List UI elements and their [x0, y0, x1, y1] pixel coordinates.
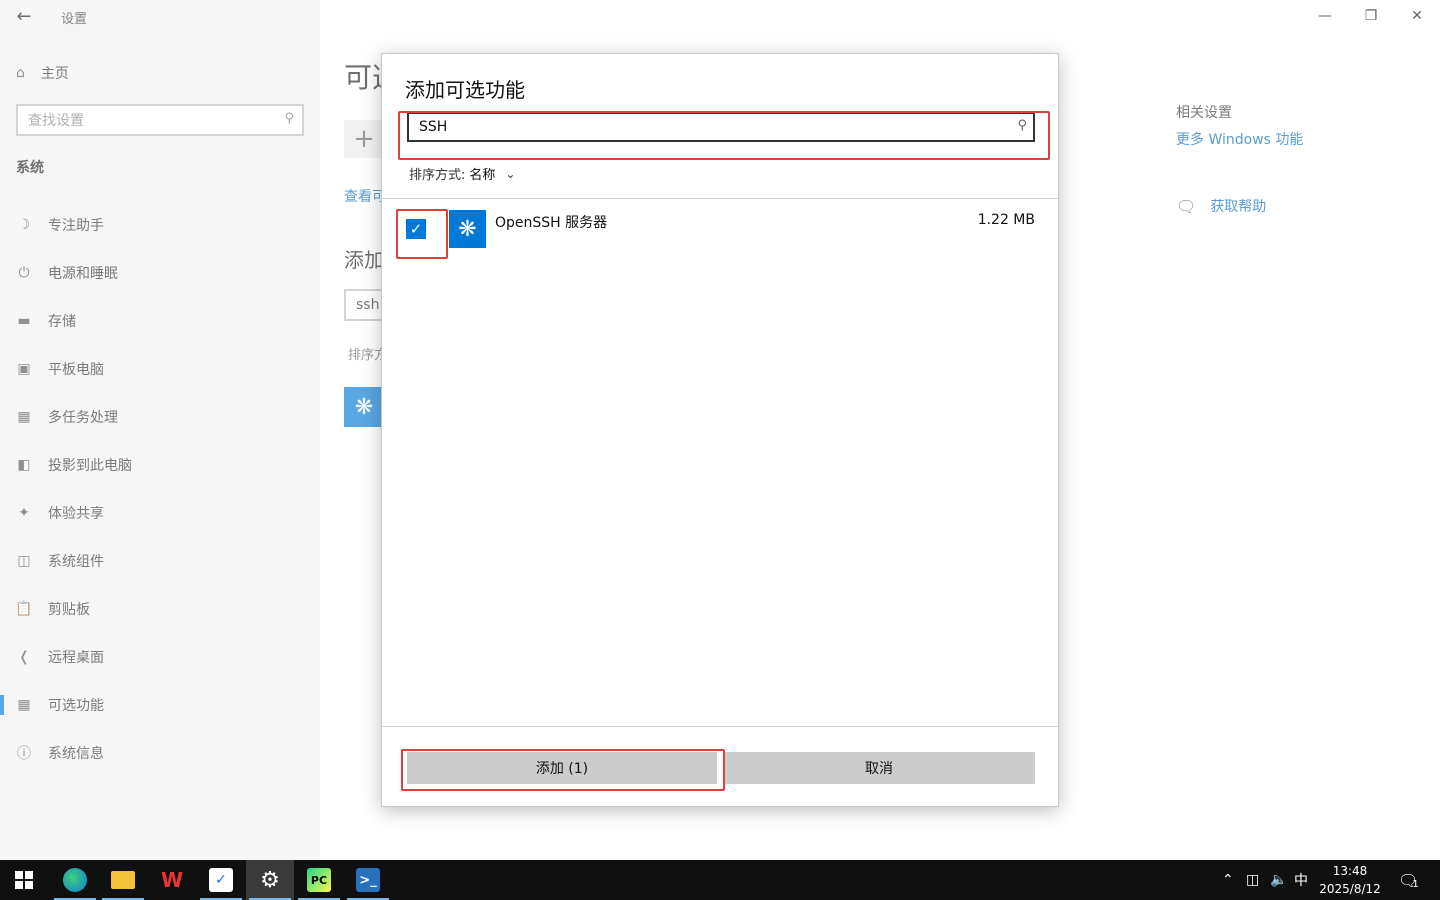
show-hidden-icons-button[interactable]: ⌃	[1222, 860, 1234, 900]
dialog-search-input[interactable]: SSH ⚲	[407, 112, 1035, 142]
network-icon[interactable]: ◫	[1246, 860, 1259, 900]
search-icon: ⚲	[1017, 118, 1027, 133]
feature-name: OpenSSH 服务器	[495, 215, 608, 231]
add-optional-feature-dialog: 添加可选功能 SSH ⚲ 排序方式: 名称 ⌄ ✓ ❋ OpenSSH 服务器 …	[381, 53, 1059, 807]
taskbar-pycharm[interactable]: PC	[295, 860, 343, 900]
clock[interactable]: 13:48 2025/8/12	[1310, 862, 1390, 898]
checkmark-icon: ✓	[409, 220, 423, 238]
powershell-icon: >_	[356, 868, 380, 892]
ime-label: 中	[1294, 873, 1308, 889]
feature-checkbox[interactable]: ✓	[406, 219, 426, 239]
dialog-search-value: SSH	[419, 119, 448, 135]
docs-icon: ✓	[209, 868, 233, 892]
pycharm-icon: PC	[307, 868, 331, 892]
cancel-button[interactable]: 取消	[723, 752, 1035, 784]
windows-logo-icon	[15, 871, 33, 889]
start-button[interactable]	[0, 860, 48, 900]
add-button[interactable]: 添加 (1)	[407, 752, 717, 784]
sort-dropdown[interactable]: 排序方式: 名称 ⌄	[409, 164, 516, 184]
sort-label: 排序方式:	[409, 168, 466, 183]
taskbar-powershell[interactable]: >_	[344, 860, 392, 900]
dialog-title: 添加可选功能	[405, 78, 525, 102]
clock-date: 2025/8/12	[1319, 882, 1381, 896]
feature-size: 1.22 MB	[977, 212, 1035, 228]
edge-icon	[63, 868, 87, 892]
feature-row[interactable]: ✓ ❋ OpenSSH 服务器 1.22 MB	[382, 209, 1058, 251]
wps-icon: W	[160, 868, 184, 892]
chevron-up-icon: ⌃	[1222, 872, 1234, 888]
taskbar-edge[interactable]	[51, 860, 99, 900]
folder-icon	[111, 871, 135, 889]
notification-count: 1	[1412, 878, 1419, 890]
action-center-button[interactable]: 🗨 1	[1398, 860, 1419, 900]
taskbar-settings[interactable]: ⚙	[246, 860, 294, 900]
taskbar-file-explorer[interactable]	[99, 860, 147, 900]
chevron-down-icon: ⌄	[505, 166, 516, 181]
taskbar: W ✓ ⚙ PC >_ ⌃ ◫ 🔈 中 13:48 2025/8/12 🗨 1	[0, 860, 1440, 900]
taskbar-wps[interactable]: W	[148, 860, 196, 900]
puzzle-icon: ❋	[449, 210, 486, 248]
clock-time: 13:48	[1332, 864, 1368, 878]
ime-indicator[interactable]: 中	[1294, 860, 1308, 900]
gear-icon: ⚙	[260, 867, 280, 893]
volume-icon[interactable]: 🔈	[1270, 860, 1287, 900]
network-glyph: ◫	[1246, 872, 1260, 888]
sort-value: 名称	[469, 168, 496, 183]
divider	[382, 726, 1058, 727]
divider	[382, 198, 1058, 199]
taskbar-kingsoft-docs[interactable]: ✓	[197, 860, 245, 900]
speaker-glyph: 🔈	[1270, 872, 1288, 888]
